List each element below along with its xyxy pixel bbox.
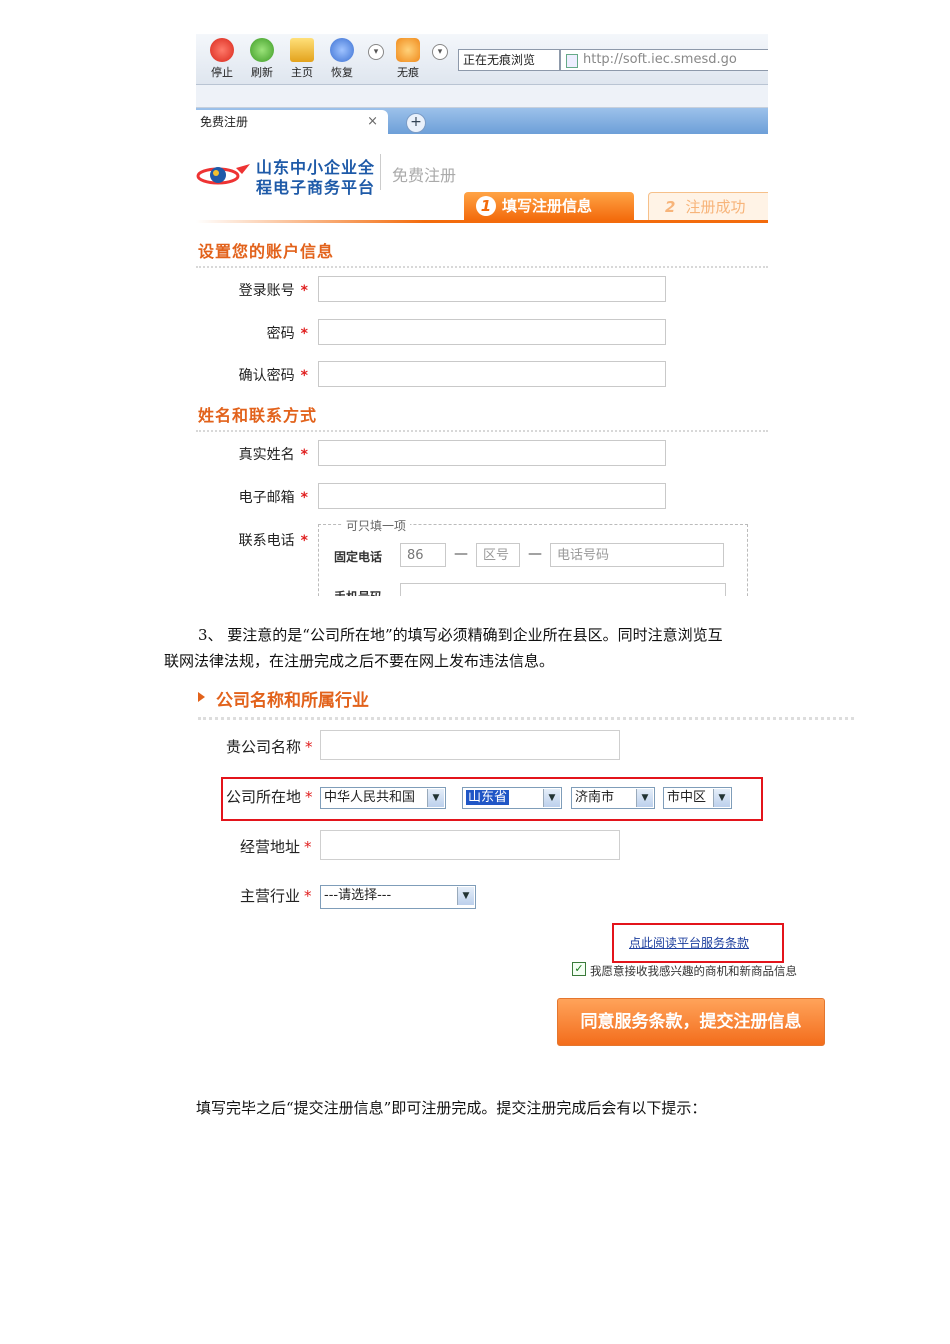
mobile-input[interactable] [400,583,726,596]
refresh-label: 刷新 [251,66,273,79]
step-tab-2: 2 注册成功 [648,192,768,221]
section-title-contact: 姓名和联系方式 [198,406,318,425]
password-input[interactable] [318,319,666,345]
password-label: 密码 * [266,326,308,342]
city-select[interactable]: 济南市 ▼ [571,787,655,809]
section-divider [198,717,854,720]
tab-register[interactable]: 免费注册 × [196,110,388,134]
terms-link[interactable]: 点此阅读平台服务条款 [629,934,749,951]
real-name-label: 真实姓名 * [238,447,308,463]
undo-icon [330,38,354,62]
step-number: 1 [476,196,496,216]
home-icon [290,38,314,62]
step-label: 注册成功 [685,198,746,216]
restore-label: 恢复 [331,66,353,79]
new-tab-icon[interactable]: + [406,113,426,133]
restore-button[interactable]: 恢复 [322,38,362,80]
refresh-button[interactable]: 刷新 [242,38,282,80]
dash-separator: — [454,546,468,562]
phone-legend: 可只填一项 [342,517,411,534]
stop-label: 停止 [211,66,233,79]
business-address-label: 经营地址 * [240,838,312,856]
email-field[interactable] [318,483,666,509]
province-select[interactable]: 山东省 ▼ [462,787,562,809]
chevron-down-icon[interactable]: ▾ [368,44,384,60]
submit-registration-button[interactable]: 同意服务条款，提交注册信息 [557,998,825,1046]
paw-icon [396,38,420,62]
browser-toolbar: 停止 刷新 主页 恢复 ▾ 无痕 ▾ 正在无痕浏览 http://soft.ie… [196,34,768,85]
confirm-password-label: 确认密码 * [238,368,308,384]
section-title-account: 设置您的账户信息 [198,242,335,261]
email-label: 电子邮箱 * [238,490,308,506]
home-label: 主页 [291,66,313,79]
chevron-down-icon: ▼ [427,789,444,807]
agree-checkbox-label: 我愿意接收我感兴趣的商机和新商品信息 [590,964,797,978]
company-name-input[interactable] [320,730,620,760]
confirm-password-input[interactable] [318,361,666,387]
refresh-icon [250,38,274,62]
chevron-down-icon: ▼ [457,887,474,905]
login-account-label: 登录账号 * [238,283,308,299]
dash-separator: — [528,546,542,562]
fixed-phone-label: 固定电话 [334,550,383,564]
header-underline [196,220,768,223]
instruction-paragraph-line-1: 3、 要注意的是“公司所在地”的填写必须精确到企业所在县区。同时注意浏览互 [198,626,723,644]
address-text: http://soft.iec.smesd.go [583,52,737,67]
step-tab-1: 1 填写注册信息 [464,192,634,220]
inprivate-button[interactable]: 无痕 [388,38,428,80]
business-address-input[interactable] [320,830,620,860]
country-code-input[interactable]: 86 [400,543,446,567]
country-select[interactable]: 中华人民共和国 ▼ [320,787,446,809]
company-location-label: 公司所在地 * [226,788,313,806]
registration-screenshot-1: 停止 刷新 主页 恢复 ▾ 无痕 ▾ 正在无痕浏览 http://soft.ie… [196,34,768,596]
chevron-down-icon: ▼ [713,789,730,807]
globe-logo-icon [196,164,250,185]
command-strip [196,85,768,108]
phone-label: 联系电话 * [238,533,308,549]
step-number: 2 [665,198,676,216]
mobile-label: 手机号码 [334,588,382,596]
instruction-paragraph-line-2: 联网法律法规，在注册完成之后不要在网上发布违法信息。 [164,652,555,670]
step-label: 填写注册信息 [502,197,593,215]
section-divider [196,266,768,268]
company-name-label: 贵公司名称 * [226,738,313,756]
section-title-company: 公司名称和所属行业 [216,691,369,711]
page-icon [566,54,578,68]
area-code-input[interactable]: 区号 [476,543,520,567]
chevron-down-icon: ▼ [543,789,560,807]
page-title: 免费注册 [392,166,457,185]
stop-button[interactable]: 停止 [202,38,242,80]
phone-number-input[interactable]: 电话号码 [550,543,724,567]
inprivate-indicator: 正在无痕浏览 [458,49,560,71]
address-bar[interactable]: http://soft.iec.smesd.go [560,49,768,71]
close-icon[interactable]: × [367,110,378,134]
chevron-down-icon[interactable]: ▾ [432,44,448,60]
header-divider [380,154,381,190]
chevron-down-icon: ▼ [636,789,653,807]
inprivate-label: 无痕 [397,66,419,79]
login-account-input[interactable] [318,276,666,302]
real-name-input[interactable] [318,440,666,466]
home-button[interactable]: 主页 [282,38,322,80]
industry-select[interactable]: ---请选择--- ▼ [320,885,476,909]
site-logo[interactable]: 山东中小企业全 程电子商务平台 [196,152,386,198]
stop-icon [210,38,234,62]
section-divider [196,430,768,432]
agree-checkbox[interactable]: ✓ [572,962,586,976]
tab-title: 免费注册 [200,115,249,129]
logo-line-2: 程电子商务平台 [256,178,376,197]
triangle-bullet-icon [198,692,205,702]
industry-label: 主营行业 * [240,887,312,905]
district-select[interactable]: 市中区 ▼ [663,787,732,809]
instruction-paragraph-2: 填写完毕之后“提交注册信息”即可注册完成。提交注册完成后会有以下提示： [196,1099,707,1117]
